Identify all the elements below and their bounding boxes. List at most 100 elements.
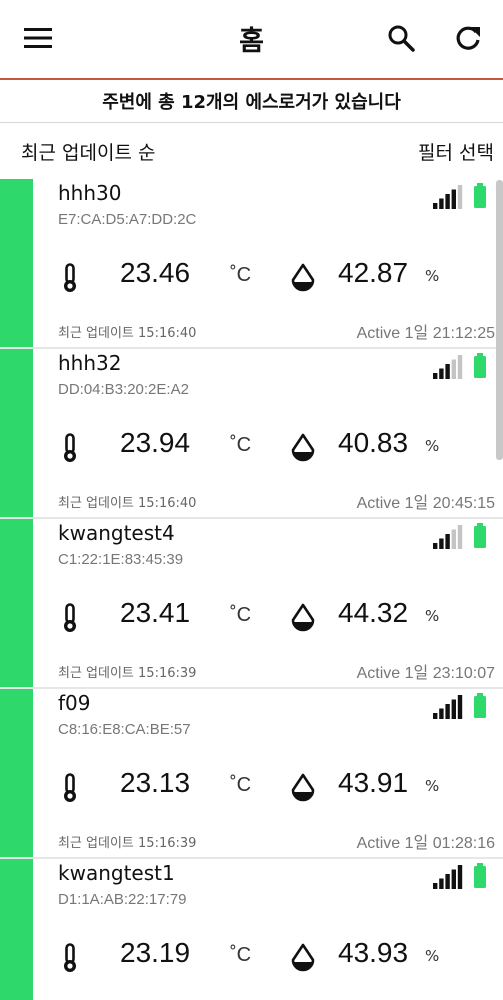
active-duration: Active 1일 23:10:07: [356, 665, 495, 682]
signal-bar: [439, 538, 444, 549]
humidity-icon: [291, 943, 315, 972]
battery-icon: [474, 693, 486, 718]
signal-icon: [433, 185, 463, 209]
thermometer-icon: [64, 603, 76, 632]
sort-selector[interactable]: 최근 업데이트 순: [21, 138, 155, 165]
signal-bar: [451, 699, 456, 719]
signal-bar: [445, 364, 450, 379]
humidity-unit: %: [425, 267, 440, 285]
device-mac: C1:22:1E:83:45:39: [58, 551, 184, 568]
device-name: kwangtest4: [58, 521, 175, 545]
active-duration: Active 1일 20:45:15: [356, 495, 495, 512]
signal-bar: [439, 878, 444, 889]
device-mac: C8:16:E8:CA:BE:57: [58, 721, 191, 738]
humidity-value: 43.91: [338, 767, 409, 798]
status-strip: [0, 859, 33, 1000]
signal-bar: [439, 368, 444, 379]
page-title: 홈: [239, 26, 264, 57]
thermometer-icon: [64, 943, 76, 972]
last-update: 최근 업데이트 15:16:40: [58, 326, 197, 341]
signal-bar: [457, 185, 463, 209]
humidity-icon: [291, 603, 315, 632]
status-strip: [0, 689, 33, 857]
last-update: 최근 업데이트 15:16:40: [58, 496, 197, 511]
signal-bar: [433, 883, 438, 889]
device-card[interactable]: kwangtest4 C1:22:1E:83:45:39 23.41 ˚C 44…: [0, 519, 503, 689]
device-name: hhh30: [58, 181, 122, 205]
signal-bar: [439, 708, 444, 719]
device-list: hhh30 E7:CA:D5:A7:DD:2C 23.46 ˚C 42.87 %…: [0, 179, 503, 1000]
status-strip: [0, 519, 33, 687]
temperature-unit: ˚C: [230, 944, 252, 966]
device-card[interactable]: hhh30 E7:CA:D5:A7:DD:2C 23.46 ˚C 42.87 %…: [0, 179, 503, 349]
filter-selector[interactable]: 필터 선택: [418, 138, 494, 165]
signal-bar: [457, 525, 463, 549]
signal-icon: [433, 695, 463, 719]
temperature-value: 23.41: [120, 597, 191, 628]
humidity-unit: %: [425, 947, 440, 965]
device-card[interactable]: f09 C8:16:E8:CA:BE:57 23.13 ˚C 43.91 % 최…: [0, 689, 503, 859]
signal-bar: [445, 704, 450, 719]
signal-bar: [445, 874, 450, 889]
thermometer-icon: [64, 433, 76, 462]
thermometer-icon: [64, 263, 76, 292]
signal-bar: [433, 713, 438, 719]
active-duration: Active 1일 01:28:16: [356, 835, 495, 852]
battery-icon: [474, 353, 486, 378]
refresh-icon[interactable]: [450, 20, 486, 56]
temperature-unit: ˚C: [230, 604, 252, 626]
battery-icon: [474, 523, 486, 548]
temperature-unit: ˚C: [230, 434, 252, 456]
temperature-value: 23.94: [120, 427, 191, 458]
humidity-value: 43.93: [338, 937, 409, 968]
device-mac: D1:1A:AB:22:17:79: [58, 891, 187, 908]
signal-bar: [451, 359, 456, 379]
temperature-unit: ˚C: [230, 264, 252, 286]
battery-icon: [474, 863, 486, 888]
signal-bar: [451, 189, 456, 209]
device-mac: E7:CA:D5:A7:DD:2C: [58, 211, 197, 228]
last-update: 최근 업데이트 15:16:39: [58, 666, 197, 681]
temperature-unit: ˚C: [230, 774, 252, 796]
last-update: 최근 업데이트 15:16:39: [58, 836, 197, 851]
signal-bar: [451, 869, 456, 889]
app-bar: 홈: [0, 0, 503, 80]
signal-bar: [457, 695, 463, 719]
battery-icon: [474, 183, 486, 208]
humidity-icon: [291, 263, 315, 292]
signal-icon: [433, 865, 463, 889]
device-count-banner: 주변에 총 12개의 에스로거가 있습니다: [0, 80, 503, 123]
temperature-value: 23.19: [120, 937, 191, 968]
humidity-unit: %: [425, 437, 440, 455]
scrollbar[interactable]: [496, 180, 503, 460]
menu-icon[interactable]: [20, 20, 56, 56]
active-duration: Active 1일 21:12:25: [356, 325, 495, 342]
humidity-value: 40.83: [338, 427, 409, 458]
humidity-value: 44.32: [338, 597, 409, 628]
temperature-value: 23.13: [120, 767, 191, 798]
humidity-unit: %: [425, 607, 440, 625]
signal-icon: [433, 355, 463, 379]
humidity-icon: [291, 773, 315, 802]
signal-bar: [439, 198, 444, 209]
search-icon[interactable]: [383, 20, 419, 56]
humidity-value: 42.87: [338, 257, 409, 288]
signal-bar: [457, 865, 463, 889]
humidity-icon: [291, 433, 315, 462]
device-card[interactable]: kwangtest1 D1:1A:AB:22:17:79 23.19 ˚C 43…: [0, 859, 503, 1000]
device-card[interactable]: hhh32 DD:04:B3:20:2E:A2 23.94 ˚C 40.83 %…: [0, 349, 503, 519]
device-mac: DD:04:B3:20:2E:A2: [58, 381, 189, 398]
device-name: f09: [58, 691, 91, 715]
signal-bar: [433, 373, 438, 379]
thermometer-icon: [64, 773, 76, 802]
sort-filter-bar: 최근 업데이트 순 필터 선택: [0, 123, 503, 179]
signal-bar: [433, 543, 438, 549]
device-name: hhh32: [58, 351, 122, 375]
signal-bar: [451, 529, 456, 549]
status-strip: [0, 179, 33, 347]
status-strip: [0, 349, 33, 517]
device-name: kwangtest1: [58, 861, 175, 885]
signal-bar: [445, 534, 450, 549]
signal-bar: [445, 194, 450, 209]
temperature-value: 23.46: [120, 257, 191, 288]
